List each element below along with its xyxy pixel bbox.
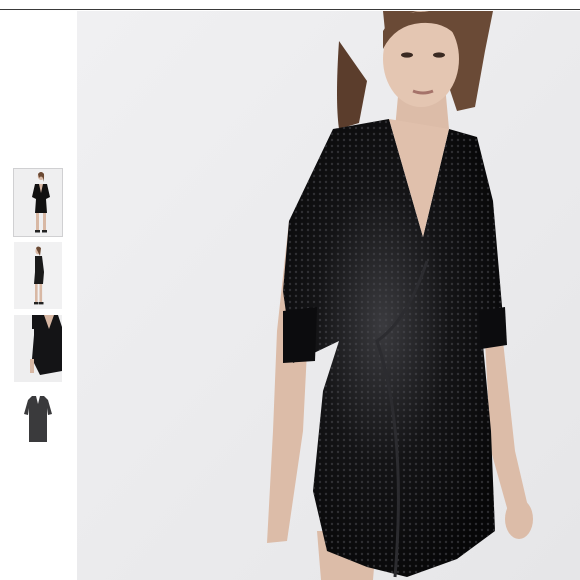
thumbnail-flatlay[interactable]: [14, 388, 62, 455]
dress-closeup-icon: [14, 315, 62, 382]
black-sequin-wrap-dress-photo-icon: [77, 11, 580, 580]
thumbnail-strip: [13, 168, 63, 461]
thumbnail-side-view[interactable]: [14, 242, 62, 309]
product-gallery: [0, 0, 580, 580]
dress-flatlay-icon: [14, 388, 62, 455]
thumbnail-closeup[interactable]: [14, 315, 62, 382]
main-product-image[interactable]: [77, 11, 580, 580]
model-side-view-icon: [14, 242, 62, 309]
thumbnail-front-view[interactable]: [13, 168, 63, 237]
model-front-view-icon: [14, 169, 62, 236]
top-divider: [0, 9, 580, 10]
